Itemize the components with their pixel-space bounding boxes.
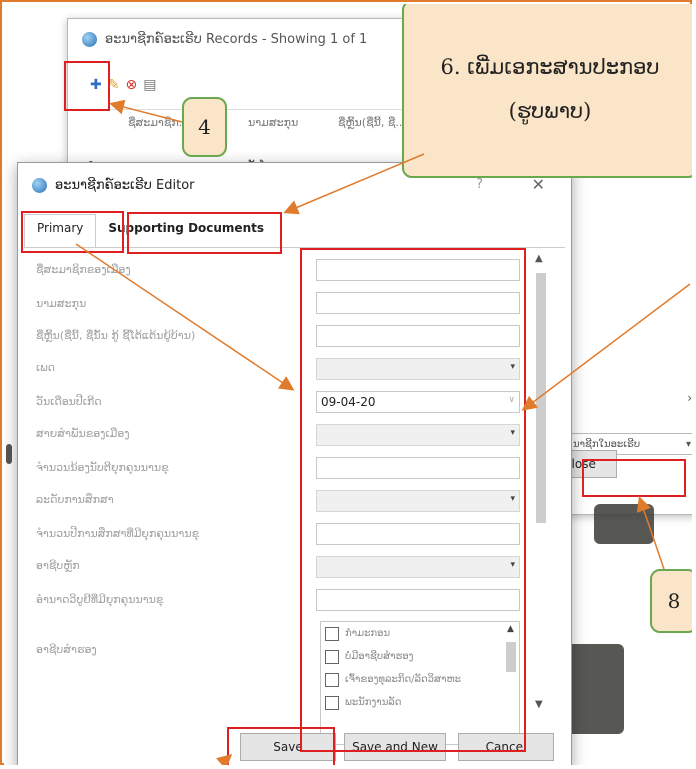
arrow-step-8 [636, 496, 665, 570]
arrow-step-6 [283, 153, 425, 215]
arrow-save [216, 754, 233, 765]
arrow-to-fields-right [521, 283, 691, 411]
arrow-step-4 [109, 99, 183, 123]
image-frame: ອະນາຊີກຄ໌ອະເຣີບ Records - Showing 1 of 1… [0, 0, 692, 765]
canvas: ອະນາຊີກຄ໌ອະເຣີບ Records - Showing 1 of 1… [4, 4, 692, 765]
arrow-to-fields [75, 243, 295, 391]
annotation-arrows [75, 99, 691, 765]
